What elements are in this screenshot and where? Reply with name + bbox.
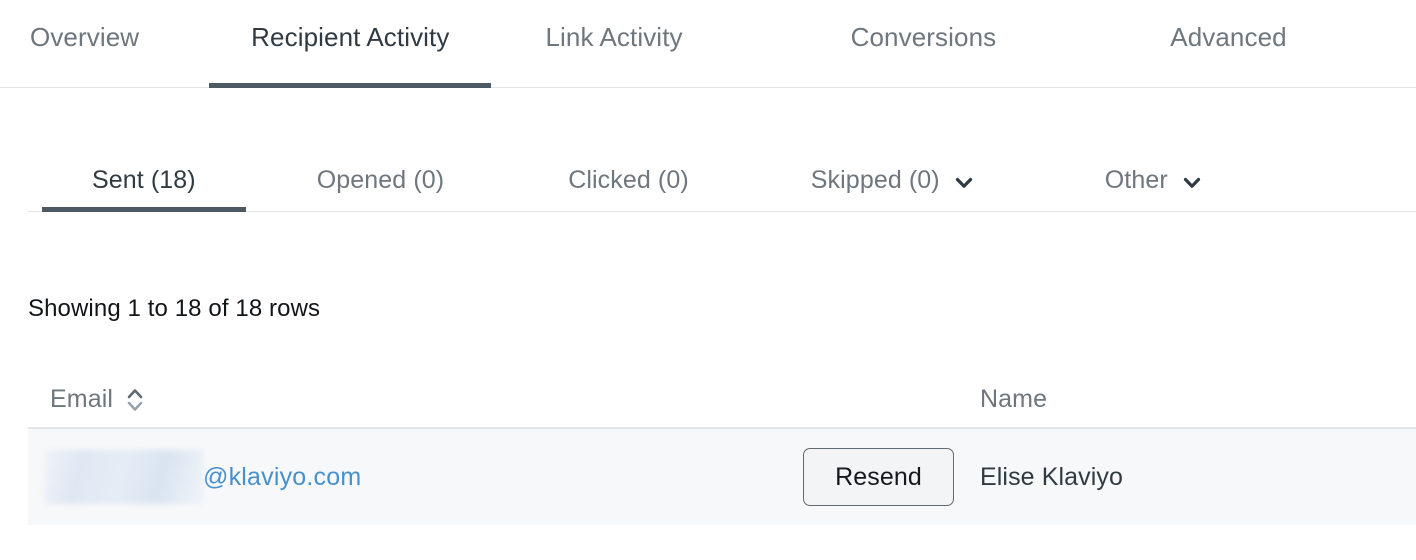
tab-advanced-label: Advanced bbox=[1170, 22, 1287, 52]
table-header-row: Email Name bbox=[28, 371, 1416, 429]
primary-tab-bar: Overview Recipient Activity Link Activit… bbox=[0, 0, 1416, 88]
email-link[interactable]: @klaviyo.com bbox=[203, 463, 361, 492]
cell-email: @klaviyo.com Resend bbox=[28, 448, 980, 506]
sort-updown-icon[interactable] bbox=[125, 385, 145, 415]
recipients-table: Email Name @klaviyo.com Resend Elise Kla… bbox=[0, 371, 1416, 525]
tab-advanced[interactable]: Advanced bbox=[1170, 22, 1286, 88]
tab-link-activity[interactable]: Link Activity bbox=[545, 22, 682, 88]
tab-overview[interactable]: Overview bbox=[30, 22, 139, 88]
column-header-email[interactable]: Email bbox=[28, 384, 980, 414]
sub-tab-other-label: Other bbox=[1104, 166, 1168, 194]
column-header-name-label: Name bbox=[980, 384, 1048, 413]
sub-tab-bar-container: Sent (18) Opened (0) Clicked (0) Skipped… bbox=[0, 146, 1416, 212]
sub-tab-sent[interactable]: Sent (18) bbox=[42, 146, 246, 212]
sub-tab-other[interactable]: Other bbox=[1105, 146, 1203, 212]
cell-name: Elise Klaviyo bbox=[980, 462, 1124, 491]
table-row[interactable]: @klaviyo.com Resend Elise Klaviyo bbox=[28, 429, 1416, 525]
sub-tab-opened-label: Opened (0) bbox=[316, 166, 445, 194]
resend-button[interactable]: Resend bbox=[803, 448, 954, 506]
recipient-activity-page: Overview Recipient Activity Link Activit… bbox=[0, 0, 1416, 560]
tab-recipient-activity[interactable]: Recipient Activity bbox=[209, 22, 492, 88]
sub-tab-skipped-label: Skipped (0) bbox=[810, 166, 940, 194]
tab-overview-label: Overview bbox=[30, 22, 140, 52]
tab-conversions-label: Conversions bbox=[850, 22, 997, 52]
tab-conversions[interactable]: Conversions bbox=[851, 22, 997, 88]
chevron-down-icon[interactable] bbox=[953, 172, 975, 194]
column-header-email-label: Email bbox=[50, 384, 114, 413]
chevron-down-icon[interactable] bbox=[1181, 172, 1203, 194]
sub-tab-active-underline bbox=[42, 207, 246, 212]
sub-tab-clicked-label: Clicked (0) bbox=[568, 166, 689, 194]
sub-tab-clicked[interactable]: Clicked (0) bbox=[568, 146, 689, 212]
results-count-text: Showing 1 to 18 of 18 rows bbox=[28, 295, 321, 322]
column-header-name[interactable]: Name bbox=[980, 385, 1280, 414]
sub-tab-opened[interactable]: Opened (0) bbox=[317, 146, 444, 212]
sub-tab-sent-label: Sent (18) bbox=[92, 166, 196, 194]
tab-active-underline bbox=[209, 83, 492, 88]
tab-link-activity-label: Link Activity bbox=[545, 22, 683, 52]
redacted-email-local-part bbox=[45, 450, 203, 504]
sub-tab-skipped[interactable]: Skipped (0) bbox=[811, 146, 975, 212]
sub-tab-bar: Sent (18) Opened (0) Clicked (0) Skipped… bbox=[28, 146, 1416, 212]
tab-recipient-activity-label: Recipient Activity bbox=[251, 22, 450, 52]
